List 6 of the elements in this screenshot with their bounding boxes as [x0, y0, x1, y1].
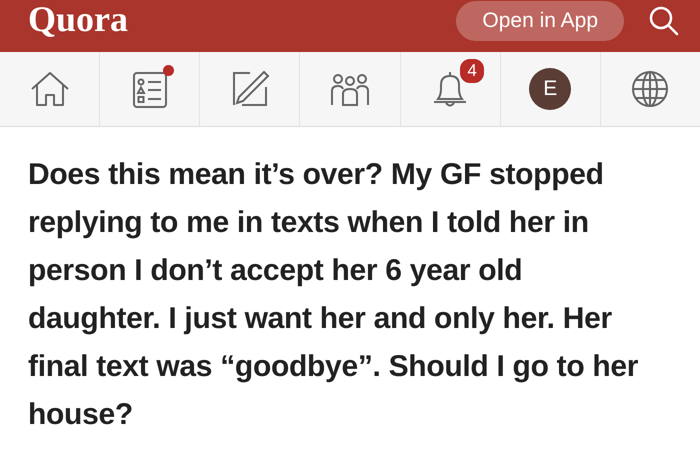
count-badge: 4	[458, 57, 486, 85]
search-icon[interactable]	[648, 5, 680, 37]
avatar[interactable]: E	[529, 68, 572, 110]
question-text: Does this mean it’s over? My GF stopped replying to me in texts when I told her in person I don’t accept her 6 year old daughter. I just want her and only her. Her final text was “goodbye”. Should I go to her house?	[27, 157, 640, 433]
open-in-app-button[interactable]: Open in App	[456, 1, 624, 41]
logo: Quora	[28, 0, 128, 40]
